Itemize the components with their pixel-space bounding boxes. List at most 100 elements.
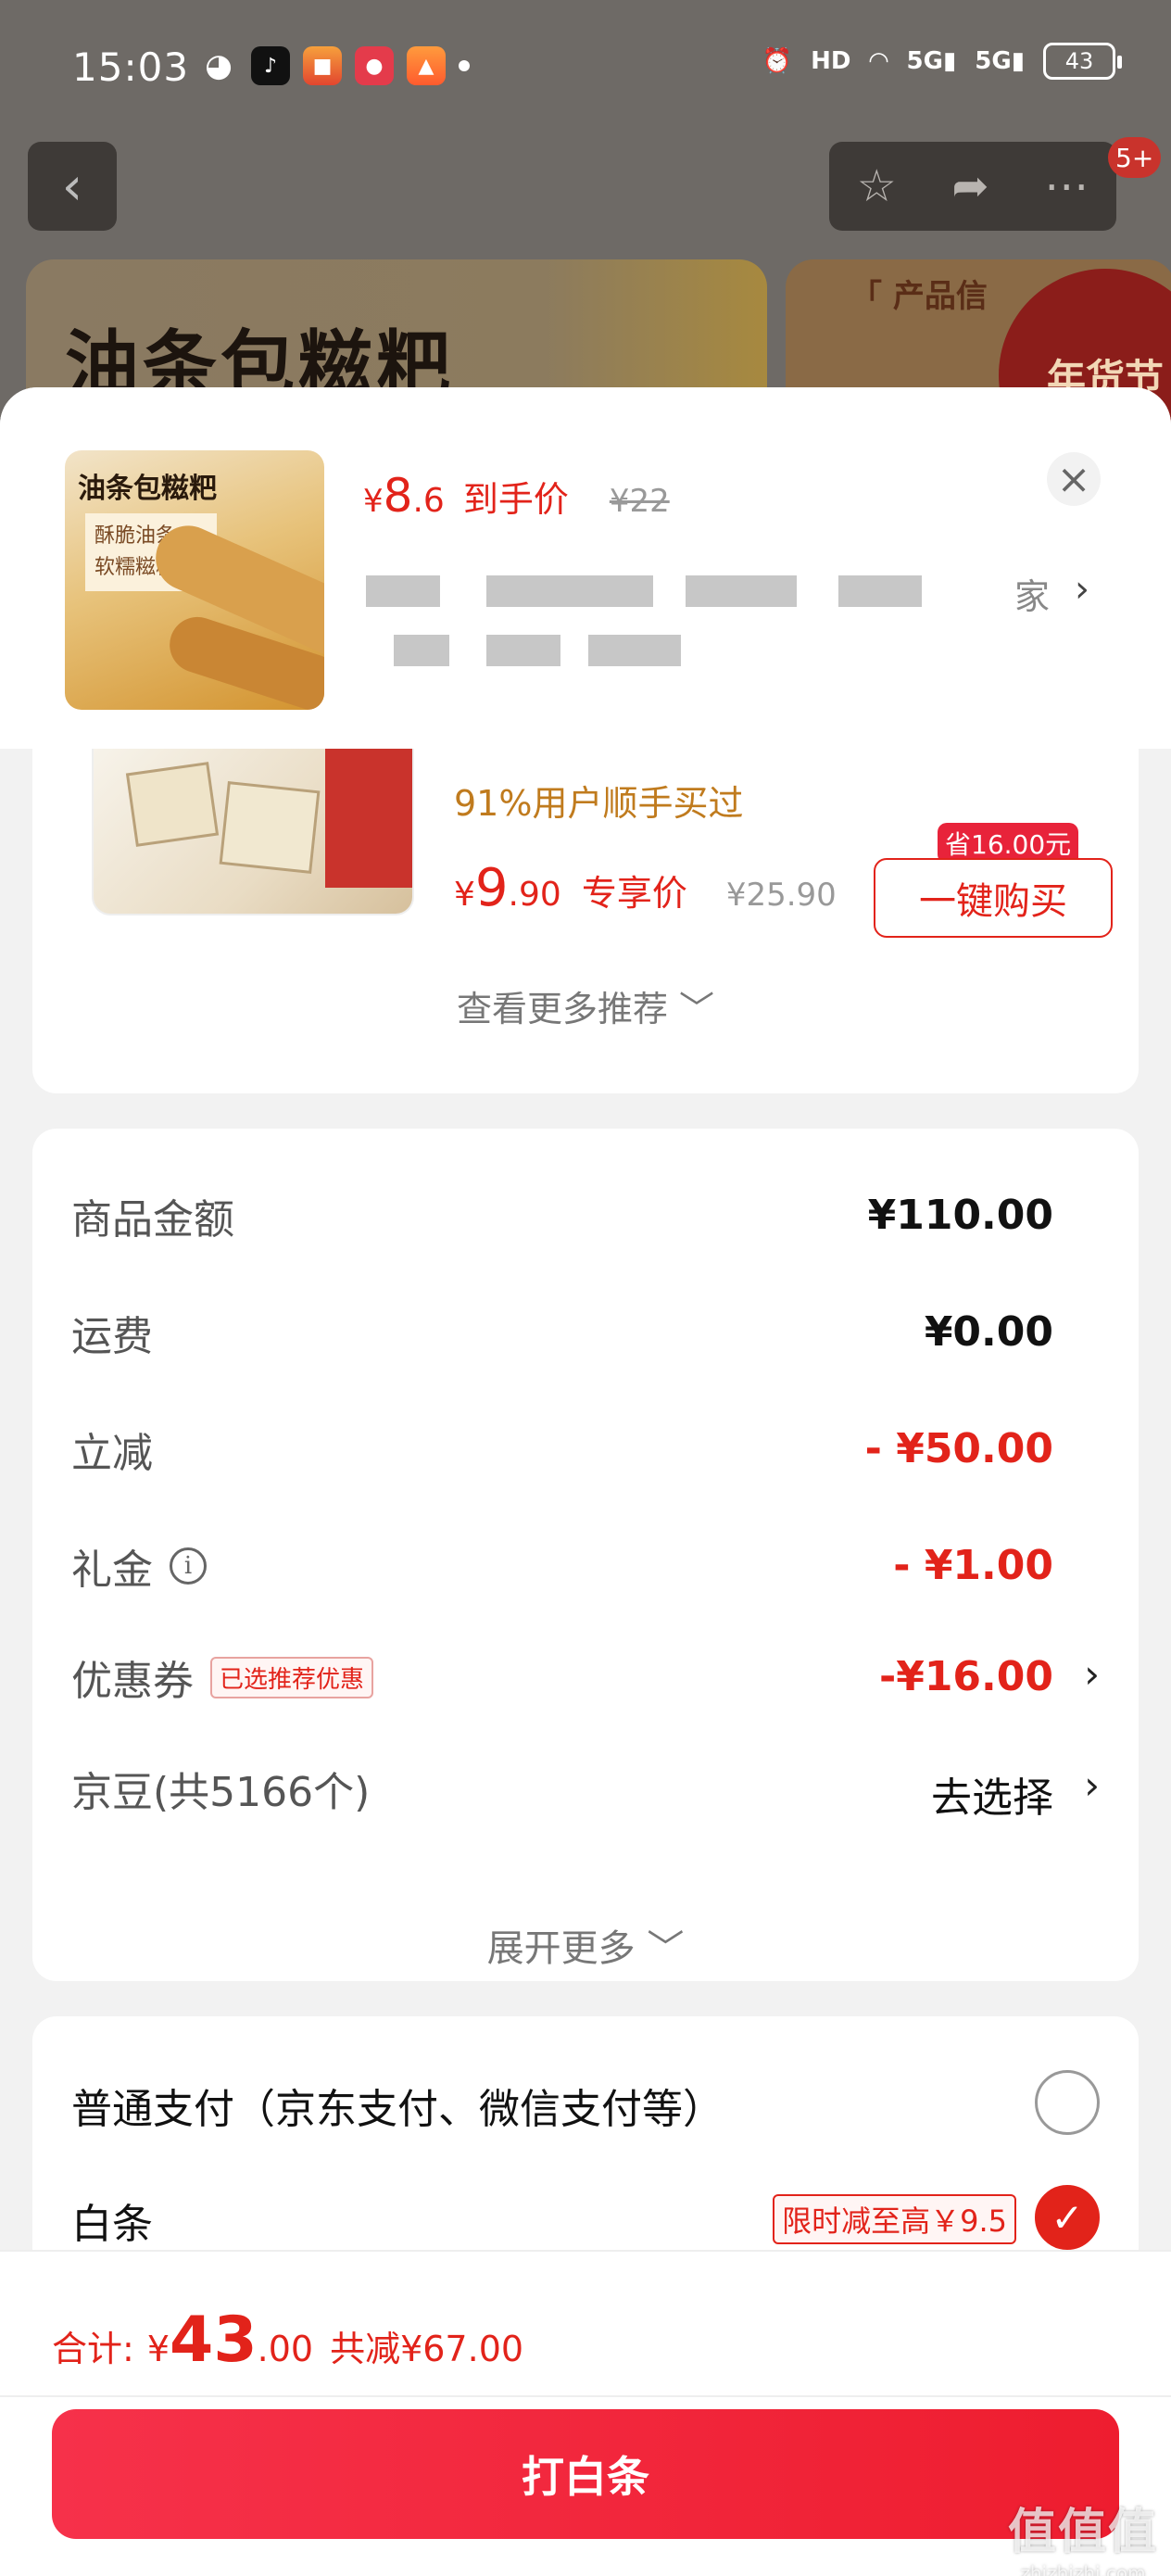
original-price: ¥22 [609, 483, 670, 520]
chevron-right-icon: › [1084, 1762, 1100, 1808]
price-label: 到手价 [462, 479, 569, 520]
product-price: ¥ 8 .6 到手价 ¥22 [363, 469, 670, 523]
watermark-url: zhizhizhi.com [1020, 2562, 1146, 2576]
app-icon-1: ■ [303, 46, 342, 85]
footer-divider [0, 2395, 1171, 2397]
total-currency: ¥ [146, 2329, 170, 2369]
baitiao-radio-checked[interactable]: ✓ [1035, 2185, 1100, 2250]
normal-payment-radio[interactable] [1035, 2070, 1100, 2135]
gift-money-row: 礼金 i - ¥1.00 [71, 1536, 1100, 1594]
signal-2-icon: 5G▮ [975, 47, 1025, 75]
top-actions-bar: ☆ ➦ ⋯ [829, 142, 1116, 231]
gift-money-label-group: 礼金 i [71, 1536, 207, 1596]
price-decimal: .90 [508, 876, 561, 914]
blurred-text [394, 635, 449, 666]
app-icon-3: ▲ [407, 46, 446, 85]
star-icon[interactable]: ☆ [857, 160, 897, 212]
blurred-text [486, 575, 653, 607]
gift-money-value: - ¥1.00 [893, 1542, 1053, 1589]
total-label: 合计: [52, 2329, 134, 2369]
price-integer: 8 [383, 469, 413, 523]
normal-payment-label: 普通支付（京东支付、微信支付等） [71, 2086, 724, 2133]
coupon-label: 优惠券 [71, 1658, 194, 1705]
banner2-title: 「 产品信 [850, 278, 988, 315]
baitiao-label: 白条 [71, 2201, 153, 2248]
checkout-sheet: 油条包糍粑 酥脆油条 软糯糍粑 ¥ 8 .6 到手价 ¥22 × 家 › 91%… [0, 387, 1171, 2576]
original-price: ¥25.90 [725, 877, 837, 914]
jd-beans-label: 京豆(共5166个) [71, 1769, 371, 1816]
goods-amount-value: ¥110.00 [867, 1192, 1053, 1239]
amount-breakdown-card: 商品金额 ¥110.00 运费 ¥0.00 立减 - ¥50.00 礼金 i -… [32, 1129, 1139, 1981]
shipping-row: 运费 ¥0.00 [71, 1303, 1100, 1360]
notification-badge: 5+ [1108, 137, 1162, 178]
notification-icons: ◕ ♪ ■ ● ▲ [199, 46, 470, 85]
chevron-left-icon: ‹ [61, 156, 83, 217]
jd-beans-row[interactable]: 京豆(共5166个) 去选择 › [71, 1759, 1100, 1822]
status-indicators: ⏰ HD ◠ 5G▮ 5G▮ 43 [762, 43, 1122, 80]
instant-discount-label: 立减 [71, 1430, 153, 1477]
blurred-text [838, 575, 922, 607]
watermark-logo: 值值值 [1007, 2505, 1158, 2560]
blurred-text [588, 635, 681, 666]
tiktok-icon: ♪ [251, 46, 290, 85]
close-button[interactable]: × [1047, 452, 1101, 506]
recommendation-price: ¥ 9 .90 专享价 ¥25.90 [454, 858, 837, 918]
more-icon[interactable]: ⋯ [1044, 160, 1089, 212]
goods-amount-label: 商品金额 [71, 1196, 234, 1244]
pay-with-baitiao-button[interactable]: 打白条 [52, 2409, 1119, 2539]
normal-payment-option[interactable]: 普通支付（京东支付、微信支付等） [71, 2070, 1100, 2135]
status-bar: 15:03 ◕ ♪ ■ ● ▲ ⏰ HD ◠ 5G▮ 5G▮ 43 [0, 0, 1171, 139]
product-thumbnail: 油条包糍粑 酥脆油条 软糯糍粑 [65, 450, 324, 710]
expand-more-link[interactable]: 展开更多 ﹀ [32, 1918, 1139, 1972]
gift-money-label: 礼金 [71, 1547, 153, 1594]
alarm-icon: ⏰ [762, 47, 793, 75]
battery-icon: 43 [1043, 43, 1122, 80]
shipping-value: ¥0.00 [924, 1308, 1053, 1356]
status-time: 15:03 [72, 44, 190, 90]
instant-discount-row: 立减 - ¥50.00 [71, 1420, 1100, 1477]
total-integer: 43 [170, 2304, 258, 2377]
wechat-icon: ◕ [205, 47, 233, 84]
info-icon[interactable]: i [170, 1547, 207, 1585]
recommendation-image[interactable] [92, 749, 414, 915]
wifi-icon: ◠ [869, 47, 888, 75]
total-saving: 共减¥67.00 [330, 2329, 524, 2369]
coupon-row[interactable]: 优惠券 已选推荐优惠 -¥16.00 › [71, 1648, 1100, 1705]
selected-spec-suffix: 家 [1014, 576, 1051, 617]
hd-icon: HD [811, 47, 851, 75]
price-currency: ¥ [363, 483, 384, 520]
more-notifications-dot [459, 60, 470, 71]
share-icon[interactable]: ➦ [951, 160, 988, 212]
one-click-buy-button[interactable]: 一键购买 [874, 858, 1113, 938]
image-shape [219, 781, 321, 874]
sheet-header: 油条包糍粑 酥脆油条 软糯糍粑 ¥ 8 .6 到手价 ¥22 × 家 › [0, 387, 1171, 749]
image-shape [325, 749, 412, 888]
recommendation-card: 91%用户顺手买过 ¥ 9 .90 专享价 ¥25.90 省16.00元 一键购… [32, 749, 1139, 1093]
selected-spec-row[interactable]: 家 › [366, 568, 1107, 666]
shipping-label: 运费 [71, 1313, 153, 1360]
price-integer: 9 [474, 858, 509, 918]
back-button[interactable]: ‹ [28, 142, 117, 231]
coupon-value: -¥16.00 [878, 1653, 1053, 1700]
coupon-chip: 已选推荐优惠 [210, 1656, 374, 1698]
thumb-title: 油条包糍粑 [78, 473, 217, 505]
baitiao-payment-option[interactable]: 白条 限时减至高￥9.5 ✓ [71, 2185, 1100, 2250]
jd-beans-value: 去选择 [931, 1774, 1053, 1822]
check-icon: ✓ [1051, 2194, 1084, 2241]
coupon-label-group: 优惠券 已选推荐优惠 [71, 1648, 374, 1707]
blurred-text [486, 635, 560, 666]
baitiao-promo-tag: 限时减至高￥9.5 [773, 2194, 1016, 2244]
total-decimal: .00 [257, 2329, 314, 2369]
price-label: 专享价 [581, 873, 687, 914]
app-icon-2: ● [355, 46, 394, 85]
blurred-text [366, 575, 440, 607]
battery-level: 43 [1064, 48, 1094, 74]
checkout-footer: 合计: ¥ 43 .00 共减¥67.00 打白条 [0, 2250, 1171, 2576]
more-recommendations-link[interactable]: 查看更多推荐 ﹀ [32, 980, 1139, 1031]
order-total: 合计: ¥ 43 .00 共减¥67.00 [52, 2304, 523, 2377]
recommendation-stat: 91%用户顺手买过 [454, 783, 744, 824]
signal-1-icon: 5G▮ [906, 47, 957, 75]
price-currency: ¥ [454, 876, 475, 914]
image-shape [125, 762, 220, 847]
goods-amount-row: 商品金额 ¥110.00 [71, 1186, 1100, 1244]
